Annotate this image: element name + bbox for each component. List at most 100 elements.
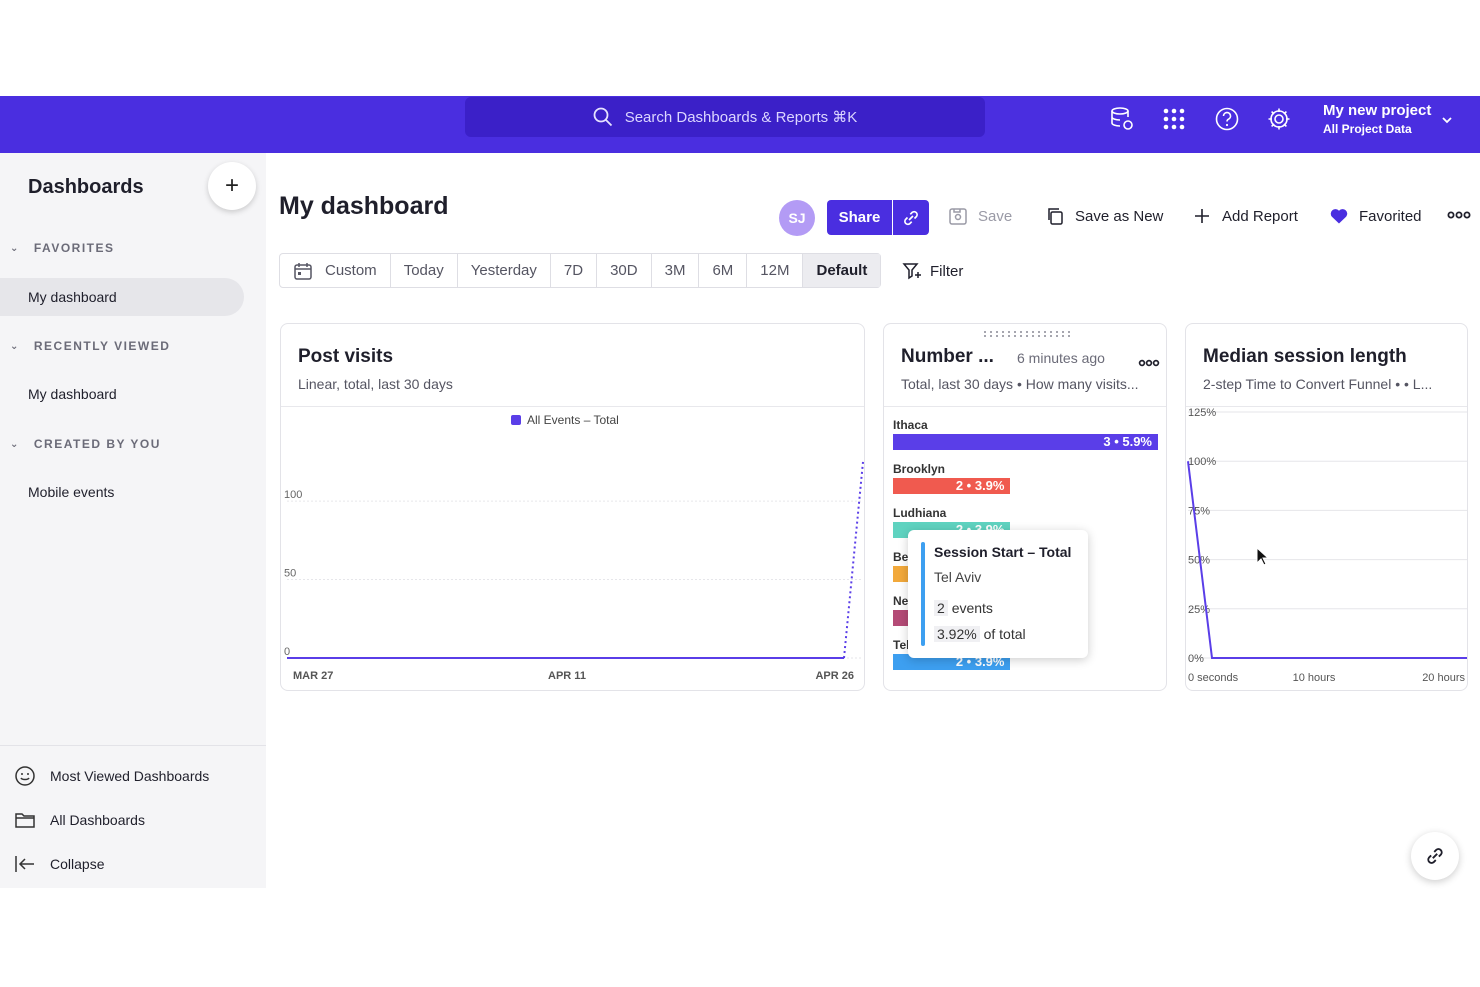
x-tick-label: APR 11 bbox=[548, 670, 586, 682]
add-dashboard-button[interactable]: + bbox=[208, 162, 256, 210]
save-button[interactable]: Save bbox=[948, 206, 1012, 226]
share-button[interactable]: Share bbox=[827, 200, 892, 235]
section-label: CREATED BY YOU bbox=[33, 437, 161, 451]
sidebar-footer-divider bbox=[0, 745, 266, 746]
date-option-default[interactable]: Default bbox=[803, 254, 881, 287]
search-input[interactable]: Search Dashboards & Reports ⌘K bbox=[465, 97, 985, 137]
section-created-by-you[interactable]: ⌄ CREATED BY YOU bbox=[10, 437, 161, 451]
save-label: Save bbox=[978, 207, 1013, 225]
drag-handle-icon[interactable] bbox=[982, 330, 1072, 338]
nav-users-link[interactable]: Users bbox=[309, 0, 348, 57]
card-subtitle: Total, last 30 days • How many visits... bbox=[901, 376, 1139, 392]
footer-label: Most Viewed Dashboards bbox=[50, 768, 210, 784]
date-option-label: 3M bbox=[664, 262, 686, 279]
sidebar-item-my-dashboard[interactable]: My dashboard bbox=[0, 278, 244, 316]
sidebar-title: Dashboards bbox=[28, 176, 144, 198]
project-scope: All Project Data bbox=[1323, 122, 1412, 136]
sidebar-item-label: My dashboard bbox=[28, 289, 117, 305]
mouse-cursor-icon bbox=[1256, 547, 1270, 566]
updated-time: 6 minutes ago bbox=[1017, 350, 1105, 366]
date-option-label: 30D bbox=[610, 262, 638, 279]
chevron-down-icon: ⌄ bbox=[258, 23, 268, 35]
filter-label: Filter bbox=[930, 262, 964, 280]
card-more-icon[interactable] bbox=[1138, 358, 1160, 368]
section-recently-viewed[interactable]: ⌄ RECENTLY VIEWED bbox=[10, 339, 170, 353]
footer-label: Collapse bbox=[50, 856, 105, 872]
chart-tooltip: Session Start – Total Tel Aviv 2 events … bbox=[908, 530, 1088, 658]
bar[interactable]: 3 • 5.9% bbox=[893, 434, 1158, 450]
chevron-down-icon: ⌄ bbox=[10, 242, 20, 254]
add-report-label: Add Report bbox=[1222, 207, 1298, 225]
median-session-card[interactable]: Median session length 2-step Time to Con… bbox=[1185, 323, 1468, 691]
x-tick-label: 20 hours bbox=[1422, 672, 1465, 684]
x-tick-label: 10 hours bbox=[1293, 672, 1336, 684]
smile-icon bbox=[15, 766, 35, 786]
project-selector[interactable]: My new project All Project Data bbox=[1323, 102, 1431, 136]
all-dashboards-link[interactable]: All Dashboards bbox=[14, 809, 145, 831]
nav-reports-label: Reports bbox=[196, 20, 249, 37]
y-tick-label: 100 bbox=[284, 489, 302, 501]
y-tick-label: 0% bbox=[1188, 653, 1204, 665]
chevron-down-icon[interactable] bbox=[1440, 113, 1454, 127]
date-option-custom[interactable]: Custom bbox=[280, 254, 391, 287]
median-session-chart: 0%25%50%75%100%125%0 seconds 10 hours 20 h… bbox=[1187, 407, 1467, 684]
most-viewed-dashboards-link[interactable]: Most Viewed Dashboards bbox=[14, 765, 209, 787]
tooltip-pct: 3.92% of total bbox=[934, 626, 1026, 642]
database-settings-icon[interactable] bbox=[1109, 106, 1135, 132]
app-logo-icon[interactable] bbox=[16, 22, 42, 34]
floating-link-button[interactable] bbox=[1411, 832, 1459, 880]
y-tick-label: 0 bbox=[284, 646, 290, 658]
date-option-yesterday[interactable]: Yesterday bbox=[458, 254, 551, 287]
footer-label: All Dashboards bbox=[50, 812, 145, 828]
bar-category-label: Ludhiana bbox=[893, 506, 947, 520]
bar[interactable]: 2 • 3.9% bbox=[893, 478, 1011, 494]
more-options-icon[interactable] bbox=[1447, 210, 1471, 220]
date-option-label: Default bbox=[816, 262, 868, 279]
date-option-6m[interactable]: 6M bbox=[699, 254, 748, 287]
link-icon bbox=[1427, 848, 1443, 864]
project-name: My new project bbox=[1323, 102, 1432, 119]
post-visits-chart: 0 50 100 MAR 27 APR 11 APR 26 bbox=[284, 461, 864, 682]
post-visits-card[interactable]: Post visits Linear, total, last 30 days … bbox=[280, 323, 865, 691]
apps-grid-icon[interactable] bbox=[1161, 106, 1187, 132]
date-option-7d[interactable]: 7D bbox=[551, 254, 598, 287]
date-option-label: 6M bbox=[712, 262, 734, 279]
card-divider bbox=[884, 406, 1166, 407]
save-as-new-label: Save as New bbox=[1075, 207, 1164, 225]
bar-category-label: Tel bbox=[893, 638, 910, 652]
date-option-30d[interactable]: 30D bbox=[597, 254, 652, 287]
nav-dashboards-label: Dashboards bbox=[81, 20, 162, 37]
sidebar-item-my-dashboard-recent[interactable]: My dashboard bbox=[28, 386, 117, 402]
collapse-arrow-icon bbox=[15, 856, 34, 872]
nav-reports-menu[interactable]: Reports ⌄ bbox=[196, 0, 268, 57]
save-as-new-button[interactable]: Save as New bbox=[1045, 206, 1163, 226]
sidebar-item-label: My dashboard bbox=[28, 386, 117, 402]
filter-button[interactable]: Filter bbox=[902, 261, 963, 281]
filter-icon bbox=[902, 263, 921, 280]
x-tick-label: 0 seconds bbox=[1188, 672, 1239, 684]
date-option-label: Custom bbox=[325, 262, 377, 279]
avatar[interactable]: SJ bbox=[779, 200, 815, 236]
date-option-3m[interactable]: 3M bbox=[652, 254, 700, 287]
date-option-today[interactable]: Today bbox=[391, 254, 458, 287]
favorite-button[interactable]: Favorited bbox=[1329, 206, 1422, 226]
folder-icon bbox=[15, 813, 35, 828]
nav-users-label: Users bbox=[309, 20, 349, 37]
add-report-button[interactable]: Add Report bbox=[1192, 206, 1298, 226]
y-tick-label: 125% bbox=[1188, 407, 1216, 419]
calendar-icon bbox=[294, 262, 312, 280]
date-option-label: 7D bbox=[563, 262, 584, 279]
section-favorites[interactable]: ⌄ FAVORITES bbox=[10, 241, 115, 255]
sidebar-item-mobile-events[interactable]: Mobile events bbox=[28, 484, 114, 500]
copy-link-button[interactable] bbox=[893, 200, 929, 235]
collapse-sidebar-button[interactable]: Collapse bbox=[14, 853, 104, 875]
sidebar-item-label: Mobile events bbox=[28, 484, 115, 500]
date-option-12m[interactable]: 12M bbox=[747, 254, 804, 287]
gear-icon[interactable] bbox=[1266, 106, 1292, 132]
date-option-label: Yesterday bbox=[470, 262, 537, 279]
chevron-down-icon: ⌄ bbox=[10, 340, 20, 352]
nav-dashboards-link[interactable]: Dashboards bbox=[81, 0, 162, 57]
help-icon[interactable] bbox=[1214, 106, 1240, 132]
tooltip-pct-value: 3.92% bbox=[934, 626, 980, 642]
link-icon bbox=[904, 210, 918, 225]
